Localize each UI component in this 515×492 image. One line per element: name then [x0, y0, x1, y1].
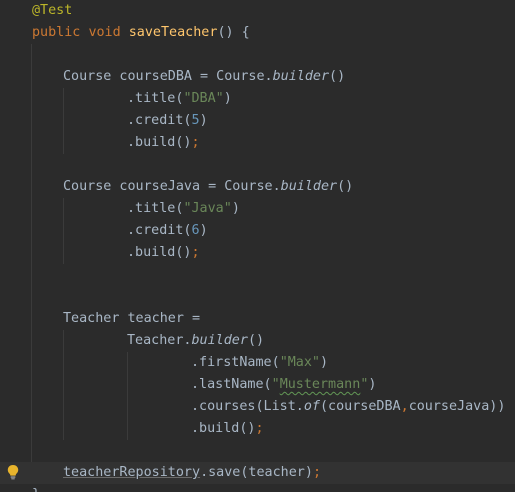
code-line[interactable]: .build(); [0, 242, 515, 264]
code-line[interactable]: .build(); [0, 418, 515, 440]
code-token: builder [272, 69, 330, 84]
code-line[interactable]: .firstName("Max") [0, 352, 515, 374]
code-line[interactable]: @Test [0, 0, 515, 22]
code-line[interactable]: .lastName("Mustermann") [0, 374, 515, 396]
code-token: void [88, 25, 121, 40]
code-token: builder [280, 179, 338, 194]
code-text: .firstName("Max") [191, 352, 328, 374]
code-text: .courses(List.of(courseDBA,courseJava)) [191, 396, 505, 418]
code-token: ; [312, 465, 321, 480]
code-line[interactable] [0, 264, 515, 286]
code-line[interactable] [0, 44, 515, 66]
code-text: public void saveTeacher() { [32, 22, 250, 44]
code-token: @Test [32, 3, 73, 18]
code-token: courseJava)) [408, 399, 506, 414]
code-token: builder [191, 333, 248, 348]
code-token: .firstName( [191, 355, 280, 370]
code-token: , [400, 399, 409, 414]
code-text: @Test [32, 0, 72, 22]
code-token: ) [320, 355, 329, 370]
code-text: .build(); [191, 418, 264, 440]
code-line[interactable]: .build(); [0, 132, 515, 154]
code-line[interactable]: public void saveTeacher() { [0, 22, 515, 44]
code-text: .build(); [127, 132, 200, 154]
code-line[interactable]: Course courseDBA = Course.builder() [0, 66, 515, 88]
code-token: ; [255, 421, 264, 436]
code-token: 6 [191, 223, 200, 238]
code-token: .courses(List. [191, 399, 304, 414]
code-token: .title( [127, 201, 184, 216]
code-line[interactable]: .title("DBA") [0, 88, 515, 110]
code-text: .title("DBA") [127, 88, 232, 110]
code-text: .build(); [127, 242, 200, 264]
code-line[interactable]: Teacher.builder() [0, 330, 515, 352]
code-token: .build() [127, 245, 192, 260]
code-text: .credit(5) [127, 110, 208, 132]
code-line[interactable]: .title("Java") [0, 198, 515, 220]
code-token: ) [368, 377, 377, 392]
code-token: saveTeacher [128, 25, 218, 40]
code-token: Teacher. [127, 333, 192, 348]
code-text: .title("Java") [127, 198, 240, 220]
code-token: ) [231, 201, 240, 216]
code-token: Course courseJava = Course. [63, 179, 281, 194]
code-token: Teacher teacher = [63, 311, 201, 326]
code-token: "DBA" [183, 91, 224, 106]
code-token: "Java" [183, 201, 232, 216]
code-line[interactable] [0, 154, 515, 176]
code-text: Teacher teacher = [63, 308, 200, 330]
code-token: public [32, 25, 81, 40]
code-text: Course courseDBA = Course.builder() [63, 66, 345, 88]
code-text: } [32, 484, 40, 492]
code-token: () [247, 333, 265, 348]
code-token: ; [191, 245, 200, 260]
code-text: .credit(6) [127, 220, 208, 242]
code-token: ) [199, 113, 208, 128]
lightbulb-icon[interactable] [6, 464, 20, 480]
code-token: () [329, 69, 346, 84]
code-token: .credit( [127, 113, 192, 128]
code-token: ; [191, 135, 200, 150]
code-token: Course courseDBA = Course. [63, 69, 273, 84]
code-token: (courseDBA [320, 399, 401, 414]
code-line[interactable]: Teacher teacher = [0, 308, 515, 330]
code-text: Teacher.builder() [127, 330, 264, 352]
code-token: teacherRepository [63, 465, 201, 480]
code-token: .build() [127, 135, 192, 150]
code-token: " [271, 377, 280, 392]
code-text: Course courseJava = Course.builder() [63, 176, 353, 198]
code-token: "Max" [279, 355, 320, 370]
code-line[interactable]: } [0, 484, 515, 492]
code-token: Mustermann [279, 377, 361, 392]
code-text: teacherRepository.save(teacher); [63, 462, 321, 484]
code-token: 5 [191, 113, 200, 128]
code-token: .build() [191, 421, 256, 436]
code-token: .save(teacher) [200, 465, 313, 480]
code-token: ) [199, 223, 208, 238]
code-editor[interactable]: @Test public void saveTeacher() { Course c… [0, 0, 515, 492]
code-token: ) [223, 91, 232, 106]
code-line[interactable]: Course courseJava = Course.builder() [0, 176, 515, 198]
code-token: .credit( [127, 223, 192, 238]
code-line[interactable]: teacherRepository.save(teacher); [0, 462, 515, 484]
code-token: () { [217, 25, 250, 40]
code-line[interactable]: .credit(6) [0, 220, 515, 242]
code-line[interactable]: .courses(List.of(courseDBA,courseJava)) [0, 396, 515, 418]
code-line[interactable]: .credit(5) [0, 110, 515, 132]
code-token: of [303, 399, 320, 414]
code-text: .lastName("Mustermann") [191, 374, 376, 396]
code-line[interactable] [0, 286, 515, 308]
code-line[interactable] [0, 440, 515, 462]
code-token: } [32, 487, 40, 492]
code-token: () [337, 179, 354, 194]
code-token: .title( [127, 91, 184, 106]
code-token: .lastName( [191, 377, 272, 392]
